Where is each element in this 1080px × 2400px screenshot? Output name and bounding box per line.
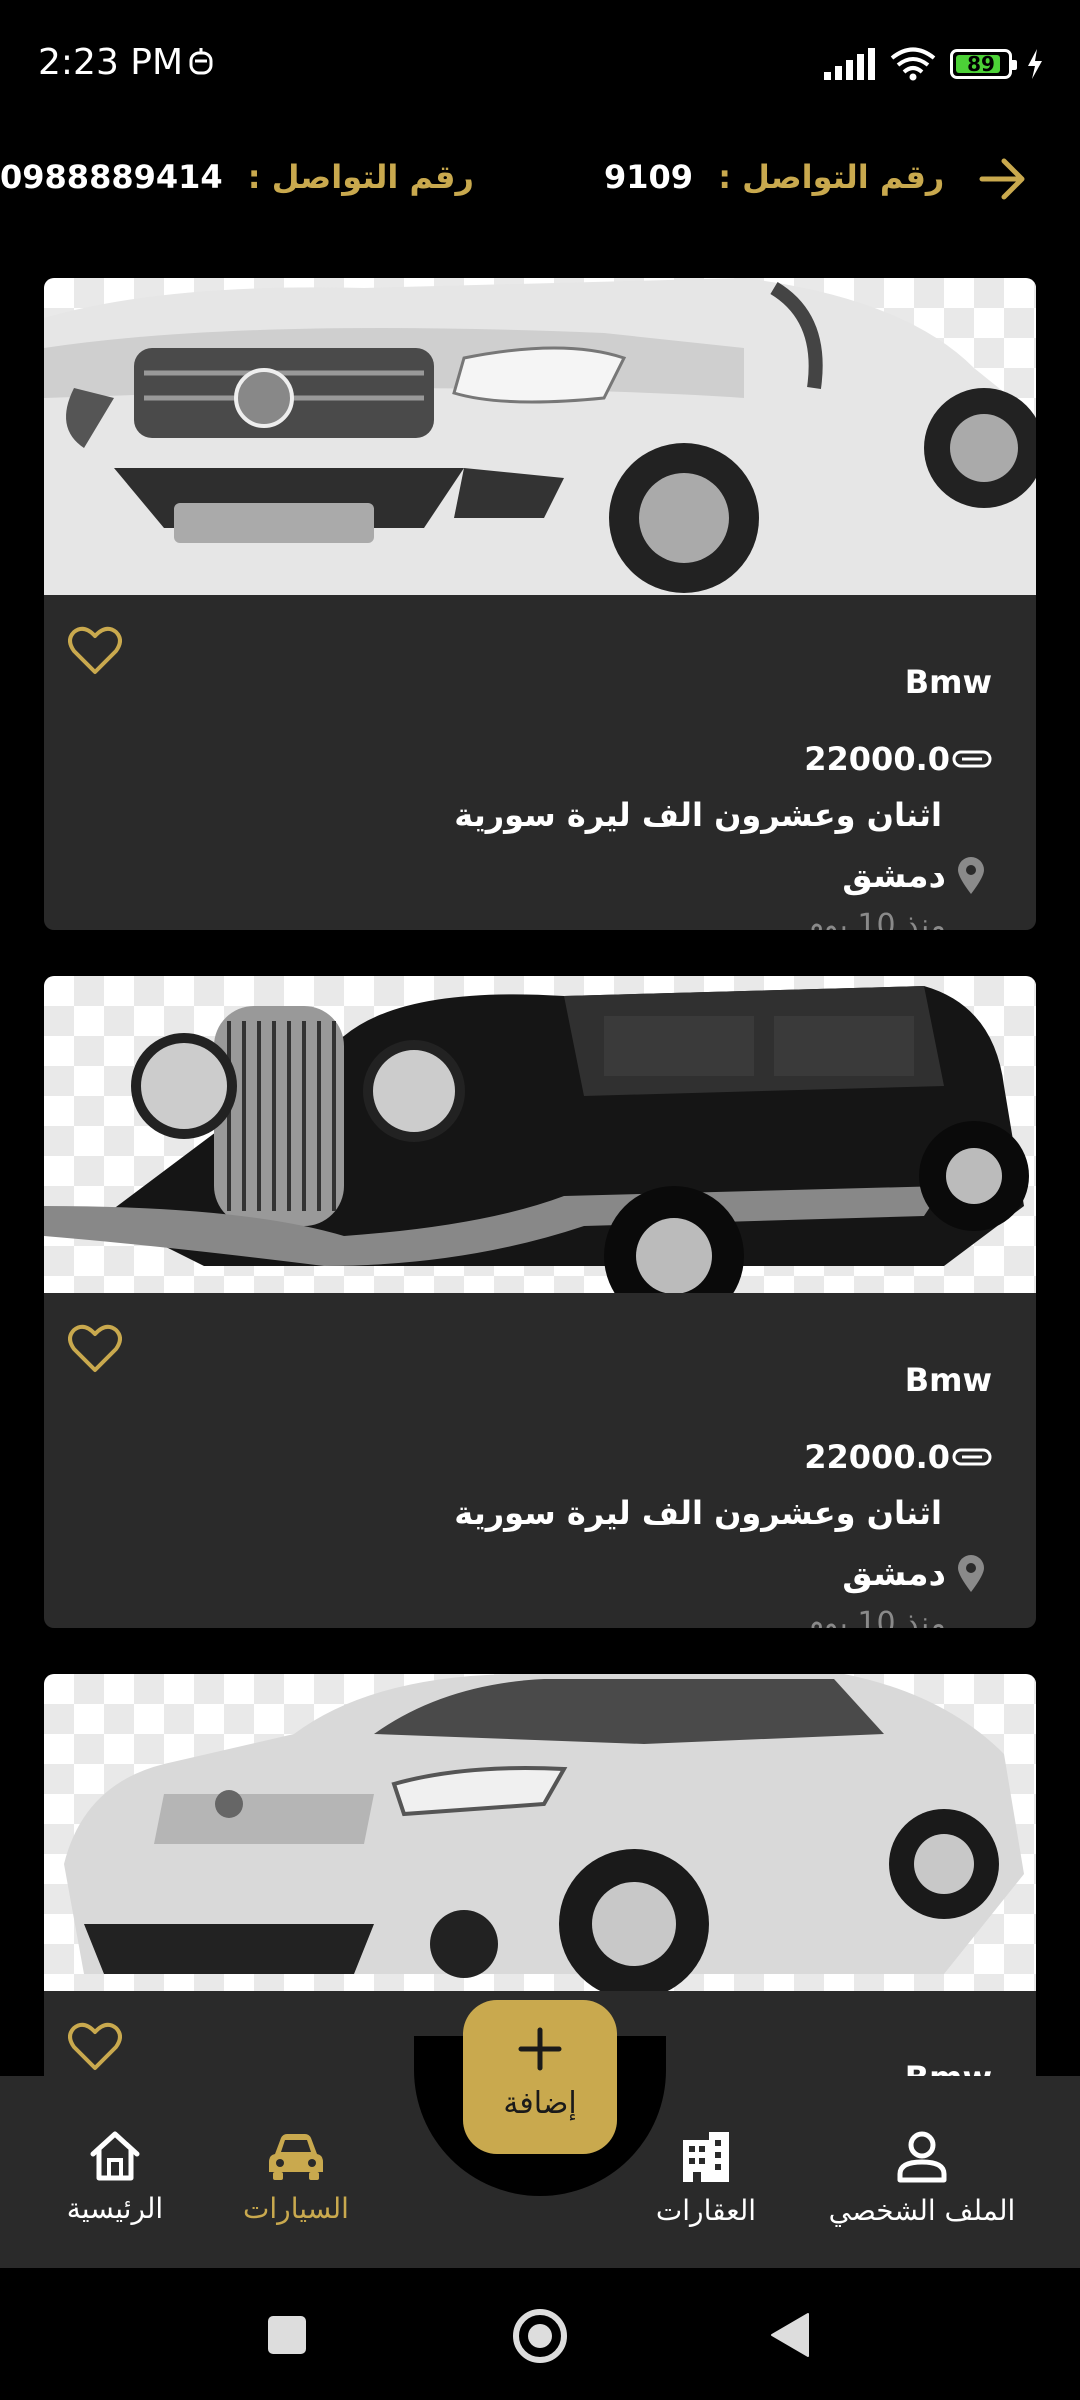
price-in-words: اثنان وعشرون الف ليرة سورية	[454, 796, 942, 834]
app-header: رقم التواصل : 0988889414 رقم التواصل : 9…	[0, 140, 1080, 220]
listing-price: 22000.0	[804, 1438, 950, 1476]
status-bar: 2:23 PM 89	[0, 0, 1080, 130]
listing-time: منذ 10 يوم	[805, 1606, 946, 1628]
contact-label: رقم التواصل :	[247, 158, 474, 196]
listing-title: Bmw	[904, 1361, 992, 1399]
heart-icon[interactable]	[68, 2022, 122, 2072]
price-row: 22000.0	[804, 740, 992, 778]
location-row: دمشق	[842, 1554, 986, 1594]
nav-label: السيارات	[243, 2192, 349, 2225]
price-row: 22000.0	[804, 1438, 992, 1476]
battery-percent: 89	[967, 52, 995, 76]
nav-cars[interactable]: السيارات	[236, 2130, 356, 2225]
listing-city: دمشق	[842, 856, 946, 896]
recent-apps-button[interactable]	[268, 2316, 306, 2354]
heart-icon[interactable]	[68, 626, 122, 676]
nav-profile[interactable]: الملف الشخصي	[822, 2130, 1022, 2227]
car-image	[44, 1674, 1036, 1991]
wifi-icon	[890, 47, 936, 81]
nav-real-estate[interactable]: العقارات	[648, 2130, 764, 2227]
contact-label: رقم التواصل :	[718, 158, 945, 196]
plus-icon	[518, 2027, 562, 2071]
price-in-words: اثنان وعشرون الف ليرة سورية	[454, 1494, 942, 1532]
status-time: 2:23 PM	[38, 42, 184, 83]
system-navigation-bar	[0, 2268, 1080, 2400]
money-icon	[952, 750, 992, 768]
battery-icon: 89	[950, 49, 1017, 79]
charging-icon	[1028, 49, 1042, 79]
listing-title: Bmw	[904, 663, 992, 701]
listing-city: دمشق	[842, 1554, 946, 1594]
home-button[interactable]	[512, 2308, 568, 2364]
contact-number: 9109	[604, 158, 694, 196]
nav-label: العقارات	[655, 2194, 757, 2227]
location-pin-icon	[958, 1555, 984, 1592]
building-icon	[683, 2132, 729, 2182]
contact-number: 0988889414	[0, 158, 223, 196]
money-icon	[952, 1448, 992, 1466]
alarm-icon	[189, 48, 213, 75]
add-listing-label: إضافة	[503, 2086, 577, 2121]
listing-card[interactable]: Bmw 22000.0 اثنان وعشرون الف ليرة سورية …	[44, 976, 1036, 1628]
car-icon	[269, 2134, 323, 2180]
heart-icon[interactable]	[68, 1324, 122, 1374]
car-image	[44, 278, 1036, 595]
contact-phone-2[interactable]: رقم التواصل : 9109	[604, 158, 944, 196]
listing-price: 22000.0	[804, 740, 950, 778]
back-button[interactable]	[770, 2312, 810, 2358]
listing-time: منذ 10 يوم	[805, 908, 946, 930]
nav-home[interactable]: الرئيسية	[60, 2130, 170, 2225]
contact-phone-1[interactable]: رقم التواصل : 0988889414	[0, 158, 474, 196]
location-pin-icon	[958, 857, 984, 894]
add-listing-button[interactable]: إضافة	[463, 2000, 617, 2154]
nav-label: الرئيسية	[66, 2192, 164, 2225]
car-image	[44, 976, 1036, 1293]
arrow-right-icon[interactable]	[978, 154, 1028, 204]
signal-icon	[824, 48, 875, 80]
location-row: دمشق	[842, 856, 986, 896]
person-icon	[897, 2131, 947, 2183]
listing-card[interactable]: Bmw 22000.0 اثنان وعشرون الف ليرة سورية …	[44, 278, 1036, 930]
home-icon	[90, 2131, 140, 2181]
nav-label: الملف الشخصي	[828, 2194, 1016, 2227]
